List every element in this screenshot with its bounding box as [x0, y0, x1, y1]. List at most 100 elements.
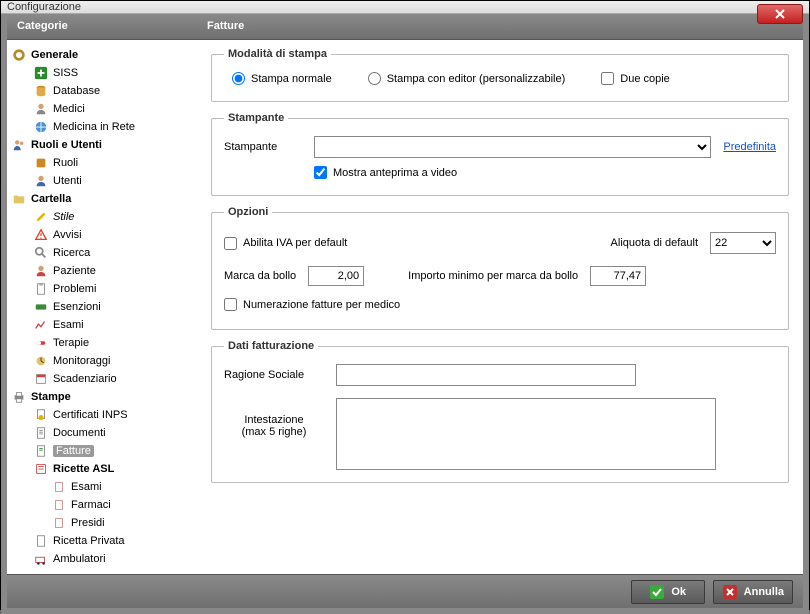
stamp-value-input[interactable]	[308, 266, 364, 286]
folder-icon	[11, 191, 27, 207]
tree-item-asl-presidi[interactable]: Presidi	[11, 514, 193, 532]
tree-item-esami[interactable]: Esami	[11, 316, 193, 334]
header-textarea[interactable]	[336, 398, 716, 470]
role-icon	[33, 155, 49, 171]
warning-icon	[33, 227, 49, 243]
pill-icon	[33, 335, 49, 351]
window-close-button[interactable]	[757, 4, 803, 24]
content-header: Fatture	[197, 14, 254, 39]
printer-group: Stampante Stampante Predefinita Mostra a…	[211, 112, 789, 196]
check-preview-input[interactable]	[314, 166, 327, 179]
tree-group-cartella[interactable]: Cartella	[11, 190, 193, 208]
stamp-label: Marca da bollo	[224, 270, 296, 282]
tree-item-database[interactable]: Database	[11, 82, 193, 100]
ok-button[interactable]: Ok	[631, 580, 705, 604]
tree-item-ricerca[interactable]: Ricerca	[11, 244, 193, 262]
main-area: Generale SISS Database Medici Medicina i…	[7, 40, 803, 574]
tree-item-fatture[interactable]: Fatture	[11, 442, 193, 460]
user-icon	[33, 173, 49, 189]
print-mode-legend: Modalità di stampa	[224, 48, 331, 60]
document-icon	[33, 425, 49, 441]
check-preview[interactable]: Mostra anteprima a video	[314, 166, 457, 179]
window-body: Categorie Fatture Generale SISS Database…	[1, 14, 809, 614]
categories-tree[interactable]: Generale SISS Database Medici Medicina i…	[7, 40, 197, 574]
tree-item-terapie[interactable]: Terapie	[11, 334, 193, 352]
billing-group: Dati fatturazione Ragione Sociale Intest…	[211, 340, 789, 483]
titlebar: Configurazione	[1, 1, 809, 14]
users-icon	[11, 137, 27, 153]
tree-item-avvisi[interactable]: Avvisi	[11, 226, 193, 244]
tree-item-paziente[interactable]: Paziente	[11, 262, 193, 280]
tree-item-ricette-asl[interactable]: Ricette ASL	[11, 460, 193, 478]
printer-select[interactable]	[314, 136, 711, 158]
tree-item-medicina-rete[interactable]: Medicina in Rete	[11, 118, 193, 136]
rate-select[interactable]: 22	[710, 232, 776, 254]
globe-icon	[33, 119, 49, 135]
ticket-icon	[33, 299, 49, 315]
check-enable-vat[interactable]: Abilita IVA per default	[224, 237, 347, 250]
radio-normal-input[interactable]	[232, 72, 245, 85]
tree-item-problemi[interactable]: Problemi	[11, 280, 193, 298]
calendar-icon	[33, 371, 49, 387]
tree-item-esenzioni[interactable]: Esenzioni	[11, 298, 193, 316]
page-icon	[51, 497, 67, 513]
tree-group-stampe[interactable]: Stampe	[11, 388, 193, 406]
radio-editor-print[interactable]: Stampa con editor (personalizzabile)	[368, 72, 566, 85]
min-import-input[interactable]	[590, 266, 646, 286]
tree-item-ricetta-privata[interactable]: Ricetta Privata	[11, 532, 193, 550]
gear-icon	[11, 47, 27, 63]
tree-item-ambulatori[interactable]: Ambulatori	[11, 550, 193, 568]
check-icon	[649, 584, 665, 600]
database-icon	[33, 83, 49, 99]
radio-editor-input[interactable]	[368, 72, 381, 85]
ambulance-icon	[33, 551, 49, 567]
check-two-copies-input[interactable]	[601, 72, 614, 85]
window-title: Configurazione	[7, 1, 81, 13]
patient-icon	[33, 263, 49, 279]
prescription-icon	[33, 461, 49, 477]
print-mode-group: Modalità di stampa Stampa normale Stampa…	[211, 48, 789, 102]
clipboard-icon	[33, 281, 49, 297]
tree-item-siss[interactable]: SISS	[11, 64, 193, 82]
monitor-icon	[33, 353, 49, 369]
tree-item-medici[interactable]: Medici	[11, 100, 193, 118]
plus-icon	[33, 65, 49, 81]
cancel-button[interactable]: Annulla	[713, 580, 793, 604]
tree-item-asl-esami[interactable]: Esami	[11, 478, 193, 496]
tree-item-scadenziario[interactable]: Scadenziario	[11, 370, 193, 388]
config-window: Configurazione Categorie Fatture General…	[0, 0, 810, 610]
tree-item-certificati[interactable]: Certificati INPS	[11, 406, 193, 424]
chart-icon	[33, 317, 49, 333]
company-input[interactable]	[336, 364, 636, 386]
check-enable-vat-input[interactable]	[224, 237, 237, 250]
check-numbering-input[interactable]	[224, 298, 237, 311]
tree-item-ruoli[interactable]: Ruoli	[11, 154, 193, 172]
tree-group-ruoli[interactable]: Ruoli e Utenti	[11, 136, 193, 154]
tree-group-generale[interactable]: Generale	[11, 46, 193, 64]
footer-bar: Ok Annulla	[7, 574, 803, 608]
options-legend: Opzioni	[224, 206, 272, 218]
tree-item-utenti[interactable]: Utenti	[11, 172, 193, 190]
company-label: Ragione Sociale	[224, 369, 324, 381]
private-rx-icon	[33, 533, 49, 549]
pencil-icon	[33, 209, 49, 225]
tree-item-monitoraggi[interactable]: Monitoraggi	[11, 352, 193, 370]
printer-icon	[11, 389, 27, 405]
rate-label: Aliquota di default	[611, 237, 698, 249]
categories-header: Categorie	[7, 14, 197, 39]
tree-item-asl-farmaci[interactable]: Farmaci	[11, 496, 193, 514]
check-numbering[interactable]: Numerazione fatture per medico	[224, 298, 400, 311]
page-icon	[51, 479, 67, 495]
header-label-block: Intestazione (max 5 righe)	[224, 398, 324, 438]
doctor-icon	[33, 101, 49, 117]
radio-normal-print[interactable]: Stampa normale	[232, 72, 332, 85]
tree-item-documenti[interactable]: Documenti	[11, 424, 193, 442]
billing-legend: Dati fatturazione	[224, 340, 318, 352]
tree-item-stile[interactable]: Stile	[11, 208, 193, 226]
search-icon	[33, 245, 49, 261]
check-two-copies[interactable]: Due copie	[601, 72, 670, 85]
column-headers: Categorie Fatture	[7, 14, 803, 40]
cancel-icon	[722, 584, 738, 600]
default-printer-link[interactable]: Predefinita	[723, 141, 776, 153]
min-import-label: Importo minimo per marca da bollo	[408, 270, 578, 282]
